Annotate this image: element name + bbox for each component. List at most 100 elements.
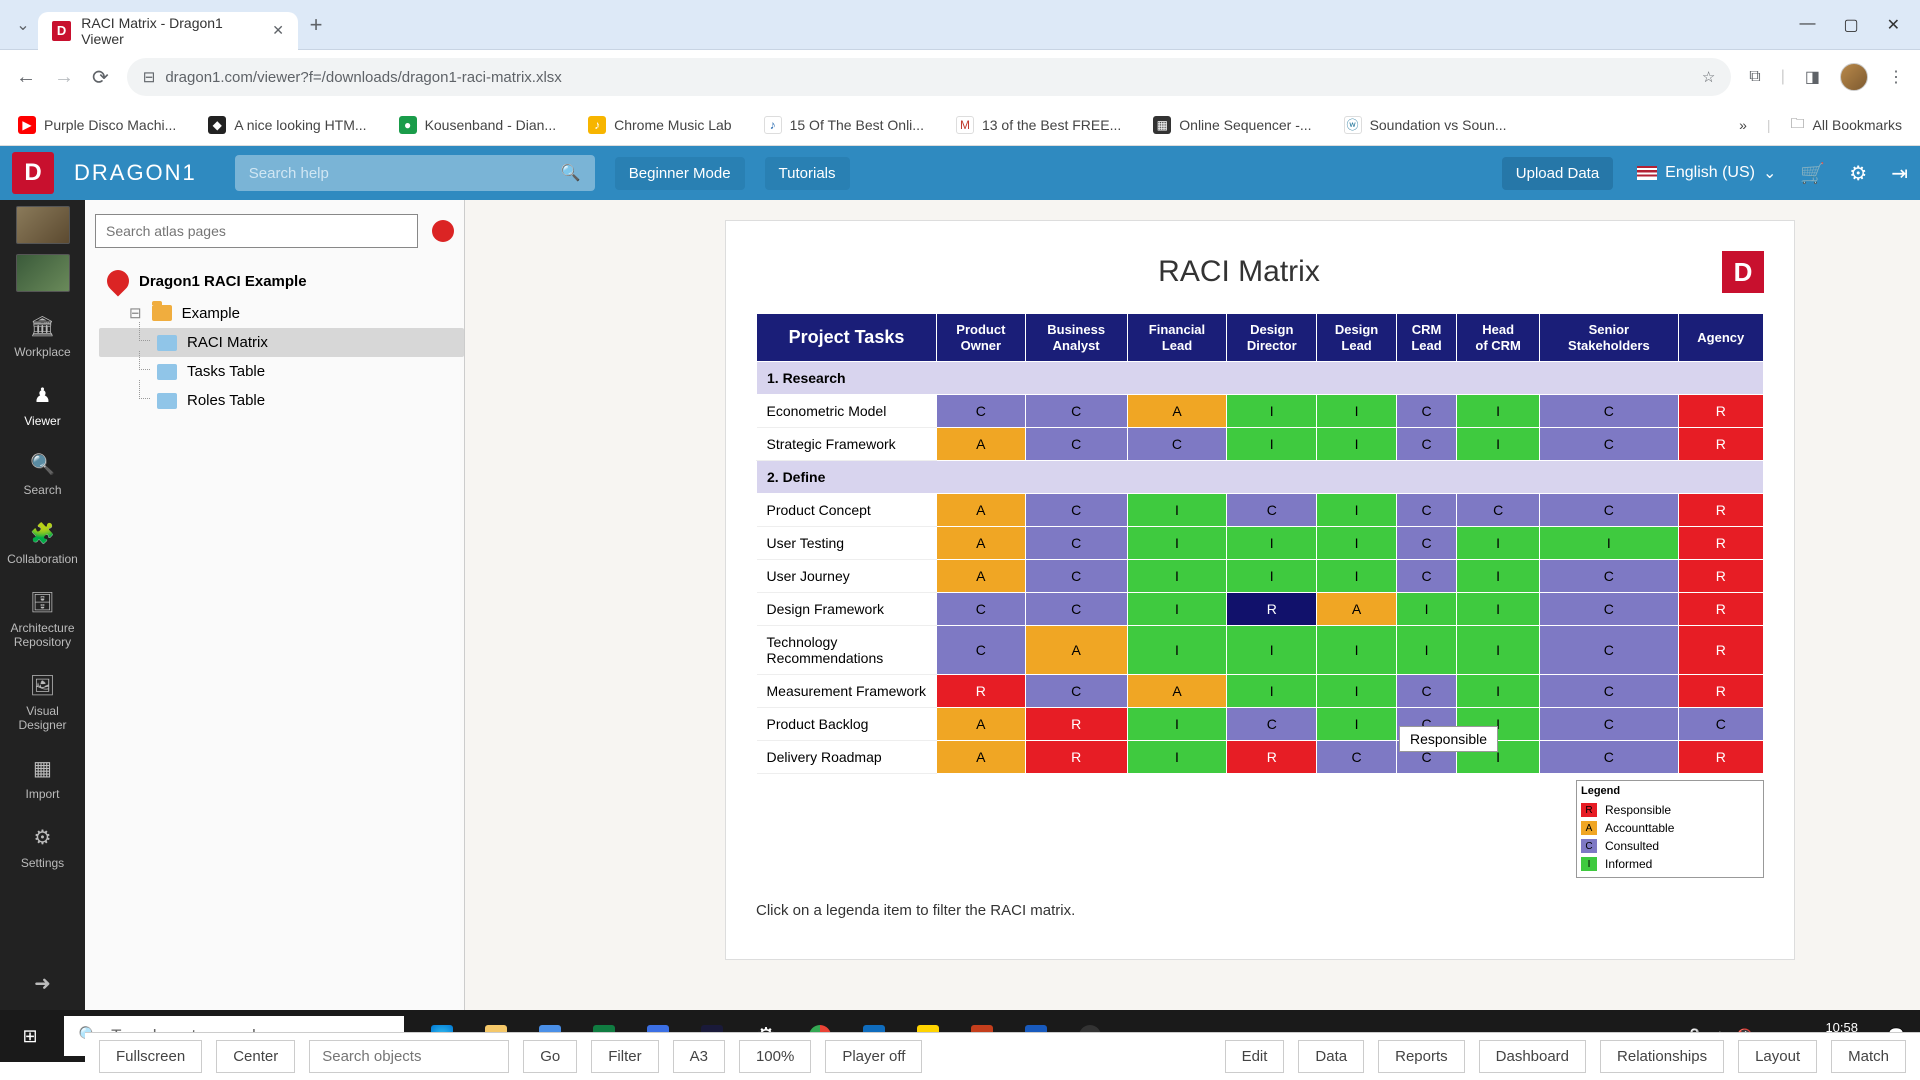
raci-cell[interactable]: I [1227,626,1317,675]
back-button[interactable]: ← [16,66,36,89]
extensions-icon[interactable]: ⧉ [1749,68,1760,86]
url-bar[interactable]: ⊟ dragon1.com/viewer?f=/downloads/dragon… [127,58,1732,96]
player-button[interactable]: Player off [825,1040,922,1073]
raci-cell[interactable]: I [1457,428,1540,461]
raci-cell[interactable]: I [1227,428,1317,461]
bookmark-item[interactable]: ◆A nice looking HTM... [208,116,366,134]
raci-cell[interactable]: R [1678,395,1763,428]
raci-cell[interactable]: A [1317,593,1397,626]
legend-item[interactable]: IInformed [1581,855,1759,873]
raci-cell[interactable]: R [937,675,1026,708]
raci-cell[interactable]: I [1127,626,1227,675]
raci-cell[interactable]: I [1227,675,1317,708]
search-objects-input[interactable] [309,1040,509,1073]
raci-cell[interactable]: C [1127,428,1227,461]
raci-cell[interactable]: I [1127,494,1227,527]
legend-item[interactable]: CConsulted [1581,837,1759,855]
tree-page-tasks[interactable]: Tasks Table [99,357,464,386]
raci-cell[interactable]: C [1025,560,1127,593]
tabs-dropdown[interactable]: ⌄ [8,15,38,35]
raci-cell[interactable]: C [1397,428,1457,461]
raci-cell[interactable]: I [1317,494,1397,527]
raci-cell[interactable]: I [1317,428,1397,461]
rail-expand[interactable]: ➜ [0,959,85,1010]
data-button[interactable]: Data [1298,1040,1364,1073]
rail-workplace[interactable]: 🏛Workplace [0,302,85,371]
profile-avatar[interactable] [1840,63,1868,91]
raci-cell[interactable]: C [1317,741,1397,774]
raci-cell[interactable]: I [1457,560,1540,593]
rail-designer[interactable]: 🖼Visual Designer [0,661,85,744]
tree-page-roles[interactable]: Roles Table [99,386,464,415]
raci-cell[interactable]: C [1540,708,1678,741]
raci-cell[interactable]: C [1540,626,1678,675]
bookmark-item[interactable]: M13 of the Best FREE... [956,116,1121,134]
logout-icon[interactable]: ⇥ [1891,161,1908,186]
close-tab-icon[interactable]: ✕ [272,22,284,39]
raci-cell[interactable]: R [1678,626,1763,675]
cart-icon[interactable]: 🛒 [1800,161,1825,186]
raci-cell[interactable]: C [937,395,1026,428]
collapse-icon[interactable]: ⊟ [129,304,142,322]
tutorials-button[interactable]: Tutorials [765,157,850,190]
legend-item[interactable]: RResponsible [1581,801,1759,819]
filter-button[interactable]: Filter [591,1040,658,1073]
all-bookmarks-button[interactable]: 🗀All Bookmarks [1791,113,1902,137]
bookmark-item[interactable]: ●Kousenband - Dian... [399,116,557,134]
language-selector[interactable]: English (US) ⌄ [1637,163,1776,183]
raci-cell[interactable]: R [1678,675,1763,708]
canvas[interactable]: RACI Matrix D Project TasksProductOwnerB… [465,200,1920,1010]
bookmark-item[interactable]: ▦Online Sequencer -... [1153,116,1311,134]
raci-cell[interactable]: A [937,560,1026,593]
raci-cell[interactable]: A [937,527,1026,560]
new-tab-button[interactable]: + [298,7,334,43]
raci-cell[interactable]: I [1317,708,1397,741]
raci-cell[interactable]: I [1397,593,1457,626]
tree-root[interactable]: Dragon1 RACI Example [99,264,464,298]
reload-button[interactable]: ⟳ [92,65,109,90]
gear-icon[interactable]: ⚙ [1849,161,1867,186]
raci-cell[interactable]: C [1227,708,1317,741]
raci-cell[interactable]: C [1397,494,1457,527]
side-panel-icon[interactable]: ◨ [1805,67,1820,87]
app-logo[interactable]: D [12,152,54,194]
rail-thumb-1[interactable] [16,206,70,244]
raci-cell[interactable]: C [1540,675,1678,708]
raci-cell[interactable]: I [1227,527,1317,560]
raci-cell[interactable]: I [1227,395,1317,428]
rail-settings[interactable]: ⚙Settings [0,813,85,882]
rail-viewer[interactable]: ♟Viewer [0,371,85,440]
relationships-button[interactable]: Relationships [1600,1040,1724,1073]
raci-cell[interactable]: A [1127,395,1227,428]
raci-cell[interactable]: R [1678,428,1763,461]
raci-cell[interactable]: R [1227,741,1317,774]
raci-cell[interactable]: R [1227,593,1317,626]
raci-cell[interactable]: C [1678,708,1763,741]
raci-cell[interactable]: I [1127,708,1227,741]
raci-cell[interactable]: I [1127,527,1227,560]
raci-cell[interactable]: R [1678,494,1763,527]
center-button[interactable]: Center [216,1040,295,1073]
raci-cell[interactable]: C [1227,494,1317,527]
raci-cell[interactable]: C [1397,560,1457,593]
raci-cell[interactable]: I [1127,593,1227,626]
raci-cell[interactable]: C [937,593,1026,626]
raci-cell[interactable]: A [1127,675,1227,708]
raci-cell[interactable]: C [1025,494,1127,527]
reports-button[interactable]: Reports [1378,1040,1465,1073]
bookmark-item[interactable]: ♪Chrome Music Lab [588,116,732,134]
record-indicator-icon[interactable] [432,220,454,242]
raci-cell[interactable]: I [1540,527,1678,560]
raci-cell[interactable]: C [1025,395,1127,428]
raci-cell[interactable]: A [937,494,1026,527]
close-window-icon[interactable]: ✕ [1887,15,1900,35]
raci-cell[interactable]: R [1025,708,1127,741]
raci-cell[interactable]: C [1540,428,1678,461]
raci-cell[interactable]: I [1457,626,1540,675]
raci-cell[interactable]: I [1317,560,1397,593]
rail-thumb-2[interactable] [16,254,70,292]
zoom-button[interactable]: 100% [739,1040,811,1073]
raci-cell[interactable]: I [1457,395,1540,428]
maximize-icon[interactable]: ▢ [1843,15,1858,35]
raci-cell[interactable]: C [1397,527,1457,560]
